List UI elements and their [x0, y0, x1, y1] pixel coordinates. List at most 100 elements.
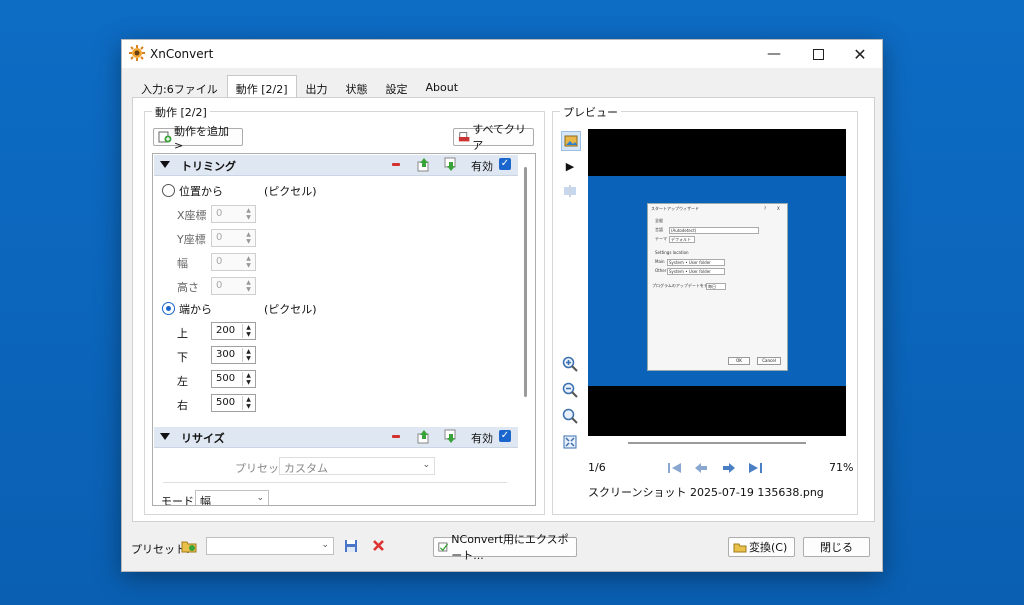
inner-ok-button: OK [728, 357, 750, 365]
window-title: XnConvert [150, 47, 214, 61]
by-position-label: 位置から [179, 185, 223, 198]
trim-enabled-checkbox[interactable]: ✓ [499, 158, 511, 170]
top-stepper[interactable]: 200 ▲ ▼ [211, 322, 256, 340]
first-image-icon[interactable] [667, 461, 683, 475]
move-up-icon[interactable] [416, 157, 432, 172]
play-icon: ▶ [565, 159, 575, 173]
spin-arrows-icon[interactable]: ▲ ▼ [242, 324, 254, 338]
tab-input[interactable]: 入力:6ファイル [132, 77, 227, 97]
scrollbar-thumb[interactable] [524, 167, 527, 397]
bottom-value: 300 [216, 349, 236, 360]
y-coord-value: 0 [216, 232, 223, 243]
remove-action-icon[interactable] [392, 435, 400, 438]
right-stepper[interactable]: 500 ▲ ▼ [211, 394, 256, 412]
trim-title: トリミング [181, 160, 236, 173]
action-list[interactable]: トリミング 有効 ✓ 位置から (ピクセル) X座標 0 ▲ ▼ Y座標 0 ▲ ▼ 幅… [152, 153, 536, 506]
close-dialog-label: 閉じる [820, 541, 853, 554]
x-coord-label: X座標 [177, 209, 207, 222]
inner-other-label: Other [655, 268, 667, 273]
tab-about[interactable]: About [417, 77, 468, 97]
move-down-icon[interactable] [443, 429, 459, 444]
prev-image-icon[interactable] [693, 461, 709, 475]
zoom-actual-button[interactable] [561, 407, 579, 425]
move-down-icon[interactable] [443, 157, 459, 172]
maximize-button[interactable] [796, 40, 840, 68]
open-folder-icon[interactable] [181, 539, 197, 553]
fit-window-icon [563, 435, 577, 449]
height-stepper[interactable]: 0 ▲ ▼ [211, 277, 256, 295]
by-edge-radio[interactable] [162, 302, 175, 315]
zoom-out-button[interactable] [561, 381, 579, 399]
right-label: 右 [177, 399, 188, 412]
clear-all-button[interactable]: すべてクリア [453, 123, 534, 152]
tab-status[interactable]: 状態 [337, 77, 377, 97]
actions-group-title: 動作 [2/2] [152, 104, 210, 120]
inner-main-field: System • User folder [667, 259, 725, 266]
tab-actions[interactable]: 動作 [2/2] [226, 75, 297, 97]
add-action-label: 動作を追加> [173, 124, 229, 152]
convert-button[interactable]: 変換(C) [728, 537, 795, 557]
collapse-arrow-icon[interactable] [160, 161, 170, 168]
preview-hscrollbar[interactable] [628, 442, 806, 444]
inner-settings-location: Settings location [655, 250, 689, 255]
last-image-icon[interactable] [747, 461, 763, 475]
close-dialog-button[interactable]: 閉じる [803, 537, 870, 557]
mode-select[interactable]: 幅 ⌄ [195, 490, 269, 505]
delete-preset-icon[interactable] [372, 539, 385, 552]
x-coord-stepper[interactable]: 0 ▲ ▼ [211, 205, 256, 223]
spin-arrows-icon[interactable]: ▲ ▼ [242, 396, 254, 410]
spin-arrows-icon[interactable]: ▲ ▼ [243, 231, 254, 245]
resize-enabled-checkbox[interactable]: ✓ [499, 430, 511, 442]
save-preset-icon[interactable] [344, 539, 358, 553]
xnconvert-logo-icon [129, 45, 145, 61]
compare-button[interactable] [561, 182, 579, 200]
collapse-arrow-icon[interactable] [160, 433, 170, 440]
inner-theme-field: デフォルト [669, 236, 695, 243]
tab-settings[interactable]: 設定 [377, 77, 417, 97]
export-nconvert-button[interactable]: NConvert用にエクスポート... [433, 533, 577, 562]
y-coord-label: Y座標 [177, 233, 206, 246]
width-stepper[interactable]: 0 ▲ ▼ [211, 253, 256, 271]
mode-label: モード [161, 495, 194, 506]
preview-image-toggle[interactable] [561, 131, 581, 151]
preview-inner-dialog: スタートアップウィザード ? X 全般 言語 (Autodetect) テーマ … [647, 203, 788, 371]
left-stepper[interactable]: 500 ▲ ▼ [211, 370, 256, 388]
y-coord-stepper[interactable]: 0 ▲ ▼ [211, 229, 256, 247]
bottom-stepper[interactable]: 300 ▲ ▼ [211, 346, 256, 364]
preview-image[interactable]: スタートアップウィザード ? X 全般 言語 (Autodetect) テーマ … [588, 129, 846, 436]
play-button[interactable]: ▶ [561, 157, 579, 175]
zoom-in-button[interactable] [561, 355, 579, 373]
resize-preset-select[interactable]: カスタム ⌄ [279, 457, 435, 475]
zoom-in-icon [562, 356, 578, 372]
tab-output[interactable]: 出力 [297, 77, 337, 97]
maximize-icon [812, 48, 824, 60]
spin-arrows-icon[interactable]: ▲ ▼ [243, 279, 254, 293]
preview-filename: スクリーンショット 2025-07-19 135638.png [588, 486, 824, 499]
trim-header[interactable]: トリミング 有効 ✓ [154, 155, 518, 176]
footer-preset-select[interactable]: ⌄ [206, 537, 334, 555]
bottom-label: 下 [177, 351, 188, 364]
spin-arrows-icon[interactable]: ▲ ▼ [242, 372, 254, 386]
add-action-button[interactable]: 動作を追加> [153, 125, 243, 152]
next-image-icon[interactable] [721, 461, 737, 475]
remove-action-icon[interactable] [392, 163, 400, 166]
preview-zoom: 71% [829, 461, 854, 474]
right-value: 500 [216, 397, 236, 408]
resize-header[interactable]: リサイズ 有効 ✓ [154, 427, 518, 448]
convert-icon [733, 543, 747, 553]
by-position-radio[interactable] [162, 184, 175, 197]
height-value: 0 [216, 280, 223, 291]
spin-arrows-icon[interactable]: ▲ ▼ [243, 255, 254, 269]
resize-enabled-label: 有効 [471, 432, 493, 445]
inner-lang-label: 言語 [655, 227, 663, 232]
move-up-icon[interactable] [416, 429, 432, 444]
inner-cancel-button: Cancel [757, 357, 781, 365]
spin-arrows-icon[interactable]: ▲ ▼ [242, 348, 254, 362]
close-button[interactable]: ✕ [838, 40, 882, 68]
fit-window-button[interactable] [561, 433, 579, 451]
minimize-button[interactable]: — [752, 40, 796, 68]
action-list-scrollbar[interactable] [519, 155, 533, 502]
spin-arrows-icon[interactable]: ▲ ▼ [243, 207, 254, 221]
left-label: 左 [177, 375, 188, 388]
inner-main-label: Main [655, 259, 665, 264]
